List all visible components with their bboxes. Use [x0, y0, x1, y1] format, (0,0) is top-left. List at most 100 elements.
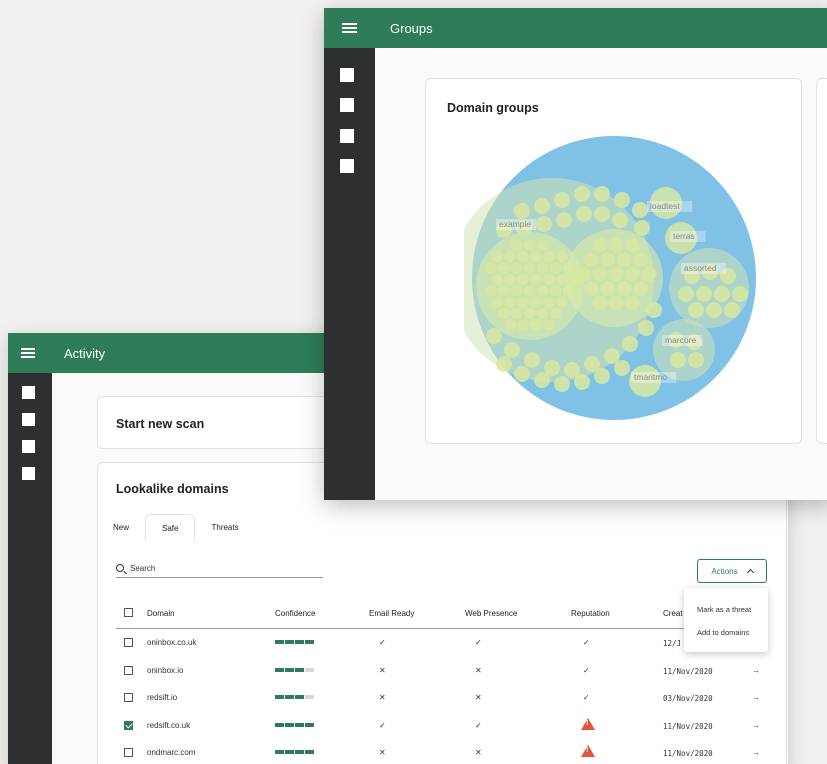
- table-row[interactable]: ondmarc.com ✕ ✕ 11/Nov/2020 →: [116, 739, 766, 764]
- bubble-leaf[interactable]: [486, 328, 502, 344]
- bubble-leaf[interactable]: [688, 352, 704, 368]
- row-checkbox[interactable]: [124, 748, 133, 757]
- sidebar-nav-icon-3[interactable]: [340, 129, 354, 143]
- bubble-leaf[interactable]: [616, 252, 632, 268]
- bubble-leaf[interactable]: [584, 281, 599, 296]
- bubble-leaf[interactable]: [574, 374, 590, 390]
- menu-icon[interactable]: [324, 8, 374, 48]
- bubble-leaf[interactable]: [592, 238, 608, 253]
- bubble-leaf[interactable]: [634, 220, 650, 236]
- bubble-leaf[interactable]: [724, 302, 740, 318]
- bubble-leaf[interactable]: [510, 239, 523, 252]
- col-email-ready[interactable]: Email Ready: [369, 609, 414, 618]
- bubble-leaf[interactable]: [592, 266, 608, 282]
- bubble-leaf[interactable]: [534, 372, 550, 388]
- search-input[interactable]: Search: [116, 559, 323, 578]
- tab-threats[interactable]: Threats: [195, 514, 254, 541]
- row-checkbox[interactable]: [124, 720, 133, 730]
- bubble-leaf[interactable]: [510, 284, 523, 297]
- domain-groups-bubble-chart[interactable]: example loadtest terras assorted marcore tmar…: [464, 128, 764, 428]
- bubble-leaf[interactable]: [549, 307, 562, 320]
- bubble-leaf[interactable]: [534, 198, 550, 214]
- bubble-leaf[interactable]: [633, 252, 648, 268]
- bubble-leaf[interactable]: [530, 250, 542, 263]
- bubble-leaf[interactable]: [584, 252, 599, 268]
- bubble-leaf[interactable]: [616, 281, 632, 296]
- sidebar-nav-icon-3[interactable]: [22, 440, 35, 453]
- row-checkbox[interactable]: [124, 638, 133, 647]
- bubble-leaf[interactable]: [632, 202, 648, 218]
- bubble-leaf[interactable]: [523, 239, 536, 252]
- bubble-leaf[interactable]: [523, 307, 536, 320]
- bubble-leaf[interactable]: [562, 262, 575, 274]
- table-row[interactable]: oninbox.io ✕ ✕ ✓ 11/Nov/2020 →: [116, 657, 766, 684]
- bubble-leaf[interactable]: [523, 262, 536, 274]
- bubble-leaf[interactable]: [514, 203, 530, 219]
- bubble-leaf[interactable]: [504, 250, 516, 263]
- bubble-leaf[interactable]: [536, 284, 549, 297]
- bubble-leaf[interactable]: [491, 296, 504, 308]
- sidebar-nav-icon-2[interactable]: [340, 98, 354, 112]
- row-arrow-icon[interactable]: →: [752, 693, 760, 702]
- bubble-leaf[interactable]: [536, 239, 549, 252]
- bubble-leaf[interactable]: [543, 296, 555, 308]
- bubble-leaf[interactable]: [536, 216, 552, 232]
- sidebar-nav-icon-1[interactable]: [340, 68, 354, 82]
- bubble-leaf[interactable]: [646, 302, 662, 318]
- bubble-leaf[interactable]: [504, 296, 516, 308]
- table-row[interactable]: redsift.co.uk ✓ ✓ 11/Nov/2020 →: [116, 712, 766, 739]
- bubble-leaf[interactable]: [732, 286, 748, 302]
- col-web-presence[interactable]: Web Presence: [465, 609, 517, 618]
- bubble-leaf[interactable]: [554, 192, 570, 208]
- col-reputation[interactable]: Reputation: [571, 609, 610, 618]
- bubble-leaf[interactable]: [549, 262, 562, 274]
- bubble-leaf[interactable]: [504, 318, 516, 331]
- bubble-leaf[interactable]: [549, 284, 562, 297]
- bubble-leaf[interactable]: [491, 273, 504, 286]
- select-all-checkbox[interactable]: [124, 608, 133, 617]
- sidebar-nav-icon-2[interactable]: [22, 413, 35, 426]
- bubble-leaf[interactable]: [530, 273, 542, 286]
- bubble-leaf[interactable]: [517, 250, 529, 263]
- col-confidence[interactable]: Confidence: [275, 609, 315, 618]
- bubble-leaf[interactable]: [510, 262, 523, 274]
- bubble-leaf[interactable]: [498, 307, 510, 320]
- bubble-leaf[interactable]: [514, 366, 530, 382]
- bubble-leaf[interactable]: [491, 250, 504, 263]
- bubble-leaf[interactable]: [556, 212, 572, 228]
- bubble-leaf[interactable]: [485, 262, 497, 274]
- tab-safe[interactable]: Safe: [145, 514, 196, 541]
- bubble-leaf[interactable]: [536, 307, 549, 320]
- row-arrow-icon[interactable]: →: [752, 721, 760, 730]
- bubble-leaf[interactable]: [543, 318, 555, 331]
- bubble-leaf[interactable]: [576, 266, 591, 282]
- bubble-leaf[interactable]: [625, 266, 640, 282]
- bubble-leaf[interactable]: [555, 273, 568, 286]
- bubble-leaf[interactable]: [614, 360, 630, 376]
- row-arrow-icon[interactable]: →: [752, 666, 760, 675]
- bubble-leaf[interactable]: [608, 266, 624, 282]
- bubble-leaf[interactable]: [555, 296, 568, 308]
- bubble-leaf[interactable]: [714, 286, 730, 302]
- bubble-leaf[interactable]: [594, 186, 610, 202]
- bubble-leaf[interactable]: [594, 368, 610, 384]
- bubble-leaf[interactable]: [524, 352, 540, 368]
- bubble-leaf[interactable]: [625, 238, 640, 253]
- bubble-leaf[interactable]: [517, 318, 529, 331]
- bubble-leaf[interactable]: [530, 296, 542, 308]
- bubble-leaf[interactable]: [498, 262, 510, 274]
- sidebar-nav-icon-1[interactable]: [22, 386, 35, 399]
- bubble-leaf[interactable]: [496, 356, 512, 372]
- tab-new[interactable]: New: [97, 514, 145, 541]
- col-domain[interactable]: Domain: [147, 609, 175, 618]
- bubble-leaf[interactable]: [638, 320, 654, 336]
- bubble-leaf[interactable]: [608, 295, 624, 311]
- bubble-leaf[interactable]: [614, 192, 630, 208]
- menu-icon[interactable]: [8, 333, 48, 373]
- bubble-leaf[interactable]: [530, 318, 542, 331]
- bubble-leaf[interactable]: [498, 284, 510, 297]
- table-row[interactable]: oninbox.co.uk ✓ ✓ ✓ 12/J →: [116, 629, 766, 656]
- bubble-leaf[interactable]: [510, 307, 523, 320]
- bubble-leaf[interactable]: [543, 250, 555, 263]
- bubble-leaf[interactable]: [523, 284, 536, 297]
